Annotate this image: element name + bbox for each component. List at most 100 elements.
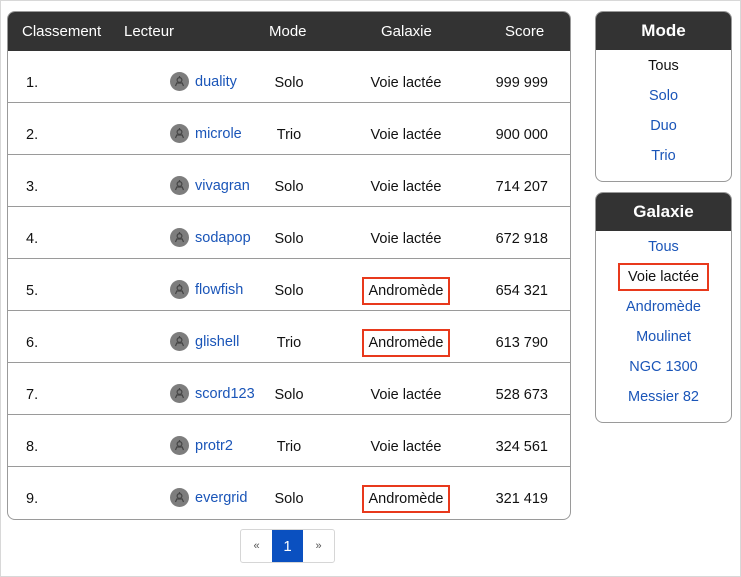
rank-cell: 8. <box>26 439 39 455</box>
player-link[interactable]: vivagran <box>195 177 250 195</box>
mode-cell: Solo <box>274 75 304 91</box>
score-cell: 654 321 <box>495 283 548 299</box>
galaxy-filter-item[interactable]: NGC 1300 <box>596 352 731 382</box>
galaxy-cell: Andromède <box>358 485 454 513</box>
galaxy-filter-label: Voie lactée <box>618 263 709 291</box>
mode-cell: Solo <box>274 179 304 195</box>
galaxy-filter-item[interactable]: Moulinet <box>596 322 731 352</box>
mode-filter-label: Tous <box>648 58 679 74</box>
galaxy-value: Voie lactée <box>370 179 442 195</box>
player-cell: protr2 <box>170 436 233 455</box>
score-cell: 613 790 <box>495 335 548 351</box>
table-row: 9. evergrid Solo Andromède 321 419 <box>8 466 570 518</box>
leaderboard-table: Classement Lecteur Mode Galaxie Score 1.… <box>7 11 571 520</box>
player-link[interactable]: duality <box>195 73 237 91</box>
rank-cell: 7. <box>26 387 39 403</box>
mode-cell: Trio <box>276 335 302 351</box>
table-row: 3. vivagran Solo Voie lactée 714 207 <box>8 154 570 206</box>
player-cell: microle <box>170 124 242 143</box>
rank-cell: 5. <box>26 283 39 299</box>
player-link[interactable]: flowfish <box>195 281 243 299</box>
galaxy-value: Andromède <box>361 277 451 305</box>
galaxy-value: Andromède <box>361 329 451 357</box>
player-cell: scord123 <box>170 384 255 403</box>
mode-cell: Solo <box>274 231 304 247</box>
galaxy-value: Voie lactée <box>370 387 442 403</box>
galaxy-filter-item[interactable]: Andromède <box>596 292 731 322</box>
mode-filter-panel: Mode Tous Solo Duo Trio <box>595 11 732 182</box>
robot-avatar-icon <box>170 124 189 143</box>
table-row: 2. microle Trio Voie lactée 900 000 <box>8 102 570 154</box>
score-cell: 324 561 <box>495 439 548 455</box>
table-row: 7. scord123 Solo Voie lactée 528 673 <box>8 362 570 414</box>
galaxy-value: Voie lactée <box>370 439 442 455</box>
score-cell: 900 000 <box>495 127 548 143</box>
player-link[interactable]: microle <box>195 125 242 143</box>
player-cell: sodapop <box>170 228 251 247</box>
galaxy-filter-item[interactable]: Tous <box>596 232 731 262</box>
header-player: Lecteur <box>124 23 175 40</box>
mode-filter-item[interactable]: Solo <box>596 81 731 111</box>
robot-avatar-icon <box>170 280 189 299</box>
player-cell: duality <box>170 72 237 91</box>
page-1-button[interactable]: 1 <box>272 530 303 562</box>
galaxy-filter-title: Galaxie <box>596 193 731 231</box>
mode-filter-item[interactable]: Tous <box>596 51 731 81</box>
mode-filter-label: Solo <box>648 88 679 104</box>
galaxy-filter-label: Tous <box>648 239 679 255</box>
robot-avatar-icon <box>170 488 189 507</box>
next-page-button[interactable]: » <box>303 530 334 562</box>
player-link[interactable]: protr2 <box>195 437 233 455</box>
robot-avatar-icon <box>170 332 189 351</box>
header-rank: Classement <box>22 23 102 40</box>
galaxy-value: Andromède <box>361 485 451 513</box>
score-cell: 321 419 <box>495 491 548 507</box>
robot-avatar-icon <box>170 384 189 403</box>
galaxy-filter-item[interactable]: Voie lactée <box>596 262 731 292</box>
rank-cell: 1. <box>26 75 39 91</box>
mode-cell: Solo <box>274 283 304 299</box>
robot-avatar-icon <box>170 228 189 247</box>
mode-filter-item[interactable]: Trio <box>596 141 731 171</box>
player-link[interactable]: glishell <box>195 333 239 351</box>
mode-cell: Solo <box>274 491 304 507</box>
player-cell: evergrid <box>170 488 247 507</box>
galaxy-cell: Voie lactée <box>358 230 454 248</box>
player-link[interactable]: scord123 <box>195 385 255 403</box>
galaxy-filter-item[interactable]: Messier 82 <box>596 382 731 412</box>
mode-filter-label: Trio <box>651 148 676 164</box>
rank-cell: 2. <box>26 127 39 143</box>
player-link[interactable]: sodapop <box>195 229 251 247</box>
header-mode: Mode <box>269 23 307 40</box>
galaxy-cell: Voie lactée <box>358 438 454 456</box>
robot-avatar-icon <box>170 176 189 195</box>
rank-cell: 6. <box>26 335 39 351</box>
galaxy-cell: Andromède <box>358 329 454 357</box>
player-link[interactable]: evergrid <box>195 489 247 507</box>
robot-avatar-icon <box>170 72 189 91</box>
galaxy-filter-label: Messier 82 <box>628 389 699 405</box>
galaxy-filter-label: Andromède <box>626 299 701 315</box>
galaxy-cell: Voie lactée <box>358 178 454 196</box>
player-cell: glishell <box>170 332 239 351</box>
table-row: 6. glishell Trio Andromède 613 790 <box>8 310 570 362</box>
score-cell: 714 207 <box>495 179 548 195</box>
mode-filter-item[interactable]: Duo <box>596 111 731 141</box>
galaxy-filter-panel: Galaxie Tous Voie lactée Andromède Moulinet… <box>595 192 732 423</box>
galaxy-cell: Voie lactée <box>358 386 454 404</box>
robot-avatar-icon <box>170 436 189 455</box>
galaxy-value: Voie lactée <box>370 127 442 143</box>
score-cell: 528 673 <box>495 387 548 403</box>
galaxy-cell: Voie lactée <box>358 126 454 144</box>
mode-cell: Solo <box>274 387 304 403</box>
header-score: Score <box>505 23 545 40</box>
mode-filter-title: Mode <box>596 12 731 50</box>
prev-page-button[interactable]: « <box>241 530 272 562</box>
score-cell: 999 999 <box>495 75 548 91</box>
table-body: 1. duality Solo Voie lactée 999 999 2. microle… <box>8 51 570 518</box>
galaxy-filter-label: Moulinet <box>636 329 691 345</box>
galaxy-cell: Andromède <box>358 277 454 305</box>
header-galaxy: Galaxie <box>381 23 432 40</box>
galaxy-cell: Voie lactée <box>358 74 454 92</box>
galaxy-value: Voie lactée <box>370 231 442 247</box>
